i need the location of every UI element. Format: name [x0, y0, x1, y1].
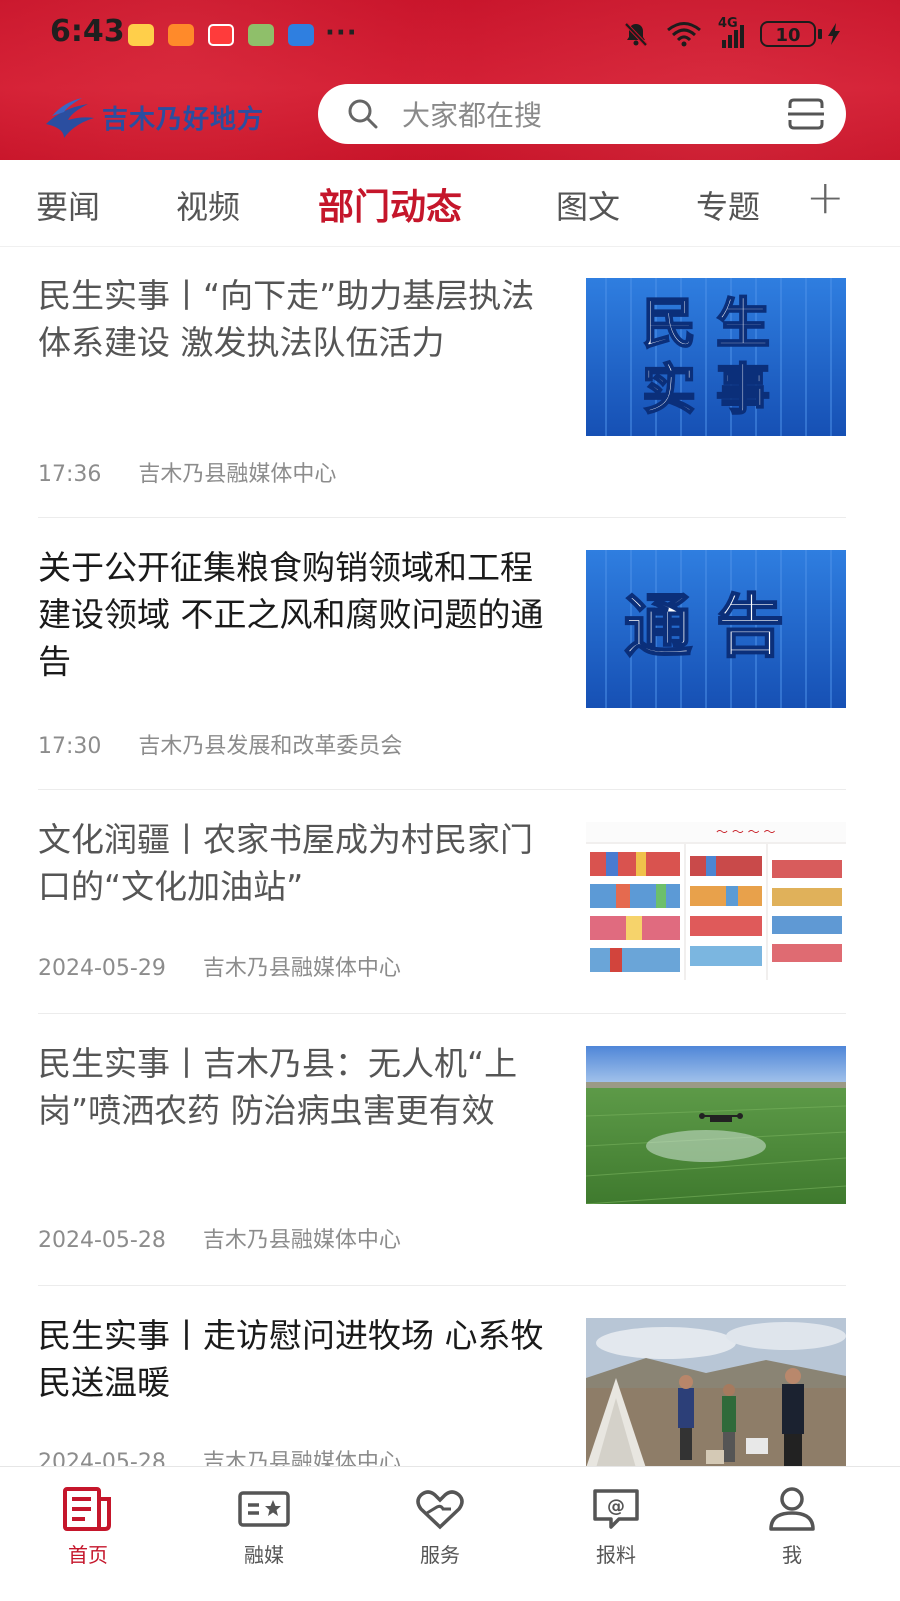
svg-text:实事: 实事 [642, 358, 790, 421]
add-tab-button[interactable]: + [806, 170, 845, 224]
tab-tuwen[interactable]: 图文 [556, 182, 620, 228]
news-time: 2024-05-29 [38, 956, 166, 981]
search-placeholder: 大家都在搜 [402, 99, 543, 132]
nav-label: 服务 [420, 1543, 460, 1567]
news-meta: 17:36 吉木乃县融媒体中心 [38, 456, 336, 488]
news-meta: 2024-05-28 吉木乃县融媒体中心 [38, 1444, 401, 1466]
nav-report[interactable]: @ 报料 [556, 1485, 676, 1568]
logo-mark-icon [46, 98, 94, 138]
mail-notification-icon [208, 24, 234, 46]
news-title: 文化润疆丨农家书屋成为村民家门口的“文化加油站” [38, 820, 533, 906]
network-type: 4G [718, 16, 738, 31]
nav-media[interactable]: 融媒 [204, 1485, 324, 1568]
media-card-icon [238, 1491, 290, 1527]
news-thumbnail: ～ ～ ～ ～ [586, 822, 846, 980]
nav-label: 融媒 [244, 1543, 284, 1567]
taobao-notification-icon [168, 24, 194, 46]
game-notification-icon [248, 24, 274, 46]
nav-service[interactable]: 服务 [380, 1485, 500, 1568]
nav-label: 报料 [596, 1543, 636, 1567]
wifi-icon [667, 22, 701, 47]
bottom-navigation: 首页 融媒 服务 @ 报料 我 [0, 1466, 900, 1601]
scan-icon[interactable] [786, 96, 826, 132]
news-time: 2024-05-28 [38, 1450, 166, 1466]
news-title: 民生实事丨吉木乃县：无人机“上岗”喷洒农药 防治病虫害更有效 [38, 1044, 518, 1130]
news-item[interactable]: 民生实事丨吉木乃县：无人机“上岗”喷洒农药 防治病虫害更有效 2024-05-2… [38, 1014, 846, 1286]
app-bar: 吉木乃好地方 大家都在搜 [0, 80, 900, 150]
tab-bumen-dongtai[interactable]: 部门动态 [318, 178, 462, 230]
app-logo[interactable]: 吉木乃好地方 [42, 94, 264, 140]
at-chat-icon: @ [593, 1489, 639, 1529]
news-item[interactable]: 文化润疆丨农家书屋成为村民家门口的“文化加油站” 2024-05-29 吉木乃县… [38, 790, 846, 1014]
person-icon [769, 1487, 815, 1531]
tab-yaowen[interactable]: 要闻 [36, 182, 100, 228]
logo-text: 吉木乃好地方 [102, 103, 265, 134]
category-tabs: 要闻 视频 部门动态 图文 专题 + [0, 160, 900, 247]
tab-zhuanti[interactable]: 专题 [696, 182, 760, 228]
status-bar: 6:43 ··· 4G 10 [0, 0, 900, 72]
news-meta: 2024-05-28 吉木乃县融媒体中心 [38, 1222, 401, 1254]
news-source: 吉木乃县融媒体中心 [202, 1228, 401, 1253]
news-thumbnail: 通告 [586, 550, 846, 708]
news-item[interactable]: 民生实事丨走访慰问进牧场 心系牧民送温暖 2024-05-28 吉木乃县融媒体中… [38, 1286, 846, 1466]
news-item[interactable]: 民生实事丨“向下走”助力基层执法体系建设 激发执法队伍活力 17:36 吉木乃县… [38, 246, 846, 518]
news-meta: 17:30 吉木乃县发展和改革委员会 [38, 728, 402, 760]
weibo-notification-icon [128, 24, 154, 46]
svg-text:通告: 通告 [624, 588, 808, 667]
news-feed: 民生实事丨“向下走”助力基层执法体系建设 激发执法队伍活力 17:36 吉木乃县… [0, 246, 900, 1466]
news-meta: 2024-05-29 吉木乃县融媒体中心 [38, 950, 401, 982]
news-thumbnail: 民生 实事 [586, 278, 846, 436]
news-source: 吉木乃县融媒体中心 [202, 1450, 401, 1466]
svg-text:@: @ [607, 1496, 625, 1517]
heart-hands-icon [416, 1490, 464, 1530]
app-notification-icon [288, 24, 314, 46]
nav-label: 我 [782, 1543, 802, 1567]
news-item[interactable]: 关于公开征集粮食购销领域和工程建设领域 不正之风和腐败问题的通告 17:30 吉… [38, 518, 846, 790]
svg-text:民生: 民生 [642, 292, 790, 355]
news-time: 17:36 [38, 462, 102, 487]
news-thumbnail [586, 1046, 846, 1204]
nav-label: 首页 [68, 1543, 108, 1567]
nav-home[interactable]: 首页 [28, 1485, 148, 1568]
cellular-signal: 4G [718, 16, 744, 48]
news-title: 民生实事丨“向下走”助力基层执法体系建设 激发执法队伍活力 [38, 276, 535, 362]
search-input[interactable]: 大家都在搜 [318, 84, 846, 144]
news-title: 民生实事丨走访慰问进牧场 心系牧民送温暖 [38, 1316, 544, 1402]
news-time: 2024-05-28 [38, 1228, 166, 1253]
battery-indicator: 10 [760, 21, 840, 47]
app-header: 6:43 ··· 4G 10 吉木乃好地方 大家都在搜 [0, 0, 900, 160]
charging-icon [828, 23, 840, 45]
nav-me[interactable]: 我 [732, 1485, 852, 1568]
tab-shipin[interactable]: 视频 [176, 182, 240, 228]
mute-bell-icon [624, 22, 648, 47]
news-time: 17:30 [38, 734, 102, 759]
news-source: 吉木乃县发展和改革委员会 [138, 734, 403, 759]
news-title: 关于公开征集粮食购销领域和工程建设领域 不正之风和腐败问题的通告 [38, 548, 544, 681]
notification-icons [128, 24, 314, 46]
battery-level: 10 [760, 21, 816, 47]
news-thumbnail [586, 1318, 846, 1466]
newspaper-icon [63, 1487, 111, 1531]
svg-text:～ ～ ～ ～: ～ ～ ～ ～ [716, 825, 775, 839]
system-indicators: 4G 10 [622, 16, 840, 48]
status-time: 6:43 [50, 14, 125, 49]
news-source: 吉木乃县融媒体中心 [202, 956, 401, 981]
more-notifications-icon: ··· [325, 18, 358, 48]
search-icon [348, 99, 378, 129]
news-source: 吉木乃县融媒体中心 [138, 462, 337, 487]
